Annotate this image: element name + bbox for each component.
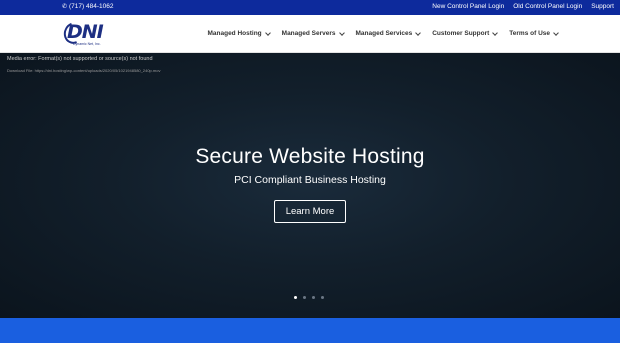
hero-subtitle: PCI Compliant Business Hosting <box>234 174 386 186</box>
support-link[interactable]: Support <box>591 3 614 10</box>
chevron-down-icon <box>492 29 499 36</box>
logo-subtext: Dynamic Net, Inc. <box>73 42 101 46</box>
logo-text: DNI <box>67 21 104 43</box>
nav-label: Terms of Use <box>509 30 550 37</box>
slider-dot-1[interactable] <box>294 296 297 299</box>
nav-managed-hosting[interactable]: Managed Hosting <box>207 29 271 37</box>
phone-contact[interactable]: ✆ (717) 484-1062 <box>62 3 113 10</box>
nav-label: Managed Hosting <box>207 30 262 37</box>
top-links: New Control Panel Login Old Control Pane… <box>432 3 614 10</box>
download-file-link[interactable]: Download File: https://dni.hosting/wp-co… <box>7 68 160 73</box>
old-control-panel-login-link[interactable]: Old Control Panel Login <box>513 3 582 10</box>
nav-managed-servers[interactable]: Managed Servers <box>281 29 345 37</box>
slider-dot-2[interactable] <box>303 296 306 299</box>
chevron-down-icon <box>415 29 422 36</box>
learn-more-button[interactable]: Learn More <box>274 200 346 223</box>
chevron-down-icon <box>338 29 345 36</box>
nav-label: Customer Support <box>432 30 490 37</box>
chevron-down-icon <box>264 29 271 36</box>
top-bar: ✆ (717) 484-1062 New Control Panel Login… <box>0 0 620 15</box>
slider-pagination <box>294 296 324 299</box>
chevron-down-icon <box>553 29 559 36</box>
nav-customer-support[interactable]: Customer Support <box>432 29 499 37</box>
accent-band <box>0 318 620 343</box>
site-header: DNI Dynamic Net, Inc. Managed Hosting Ma… <box>0 15 620 53</box>
media-error-message: Media error: Format(s) not supported or … <box>7 56 153 62</box>
nav-managed-services[interactable]: Managed Services <box>355 29 422 37</box>
dni-logo[interactable]: DNI Dynamic Net, Inc. <box>60 18 106 48</box>
nav-label: Managed Services <box>355 30 413 37</box>
slider-dot-4[interactable] <box>321 296 324 299</box>
slider-dot-3[interactable] <box>312 296 315 299</box>
nav-label: Managed Servers <box>281 30 336 37</box>
phone-icon: ✆ <box>62 3 68 10</box>
new-control-panel-login-link[interactable]: New Control Panel Login <box>432 3 504 10</box>
phone-number[interactable]: (717) 484-1062 <box>69 3 113 10</box>
main-nav: Managed Hosting Managed Servers Managed … <box>207 29 559 37</box>
nav-terms-of-use[interactable]: Terms of Use <box>509 29 559 37</box>
hero-title: Secure Website Hosting <box>195 145 425 168</box>
hero-slider: Media error: Format(s) not supported or … <box>0 53 620 318</box>
